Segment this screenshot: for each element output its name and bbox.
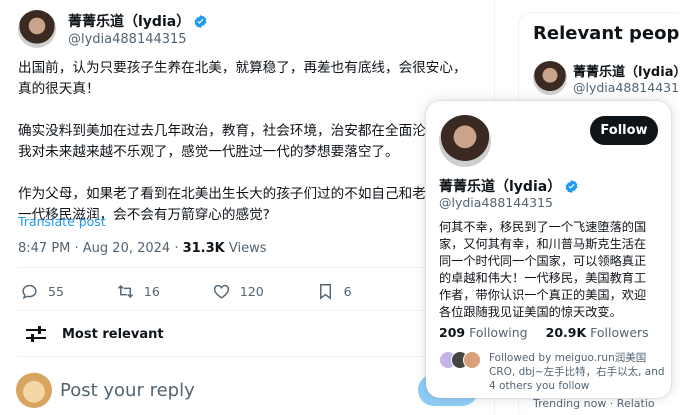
repost-icon [117,284,134,299]
relevant-person-handle: @lydia488144315 [573,80,680,95]
reply-sort-selector[interactable]: Most relevant [26,325,164,343]
followed-by[interactable]: Followed by meiguo.run润美国 CRO, dbj~左手比特，… [439,351,665,393]
views-count: 31.3K [182,241,225,256]
trending-item[interactable]: Trending now · Relatio [533,397,655,410]
heart-icon [213,284,229,299]
bookmark-button[interactable]: 6 [316,282,352,301]
followed-by-text: Followed by meiguo.run润美国 CRO, dbj~左手比特，… [489,352,665,392]
verified-badge-icon [194,14,207,28]
divider [18,356,478,357]
hover-card-avatar[interactable] [439,115,491,167]
sort-label: Most relevant [62,326,164,342]
verified-badge-icon [565,179,578,193]
relevant-person[interactable]: 菁菁乐道（lydia） @lydia488144315 [533,61,680,95]
relevant-people-title: Relevant people [533,23,680,44]
mini-avatar [463,351,481,369]
divider [18,267,478,268]
following-link[interactable]: 209 Following [439,325,528,340]
author-name[interactable]: 菁菁乐道（lydia） [68,11,190,31]
post-paragraph: 出国前，认为只要孩子生养在北美，就算稳了，再差也有底线，会很安心， 真的很天真！ [18,60,467,97]
bookmark-icon [319,284,331,300]
follow-button[interactable]: Follow [590,116,658,145]
followed-by-avatars [439,351,485,369]
author-avatar[interactable] [18,10,56,48]
current-user-avatar [16,372,52,408]
followers-link[interactable]: 20.9K Followers [546,325,649,340]
translate-post-link[interactable]: Translate post [18,214,106,229]
post-paragraph: 确实没料到美加在过去几年政治，教育，社会环境，治安都在全面沦 我对未来越来越不乐观… [18,123,426,160]
action-bar: 55 16 120 6 [20,282,404,301]
reply-composer[interactable]: Post your reply [16,372,195,408]
sliders-icon [26,326,46,342]
reply-icon [22,284,37,300]
post-meta: 8:47 PM · Aug 20, 2024 · 31.3K Views [18,241,267,256]
relevant-person-name[interactable]: 菁菁乐道（lydia） [573,61,680,80]
reply-input[interactable]: Post your reply [60,380,195,401]
hover-card-name[interactable]: 菁菁乐道（lydia） [439,176,561,196]
profile-hover-card: Follow 菁菁乐道（lydia） @lydia488144315 何其不幸，… [426,101,671,398]
repost-button[interactable]: 16 [116,282,160,301]
views-label: Views [224,241,267,256]
relevant-person-avatar[interactable] [533,61,567,95]
hover-card-handle[interactable]: @lydia488144315 [439,195,553,210]
like-button[interactable]: 120 [212,282,264,301]
divider [18,310,478,311]
post-detail-column: 菁菁乐道（lydia） @lydia488144315 出国前，认为只要孩子生养… [0,0,495,415]
reply-button[interactable]: 55 [20,282,64,301]
post-header: 菁菁乐道（lydia） @lydia488144315 [18,10,208,48]
follow-counts: 209 Following 20.9K Followers [439,325,667,340]
post-timestamp[interactable]: 8:47 PM · Aug 20, 2024 · [18,241,183,256]
hover-card-bio: 何其不幸，移民到了一个飞速堕落的国 家，又何其有幸，和川普马斯克生活在 同一个时… [439,220,647,319]
author-handle[interactable]: @lydia488144315 [68,32,208,47]
